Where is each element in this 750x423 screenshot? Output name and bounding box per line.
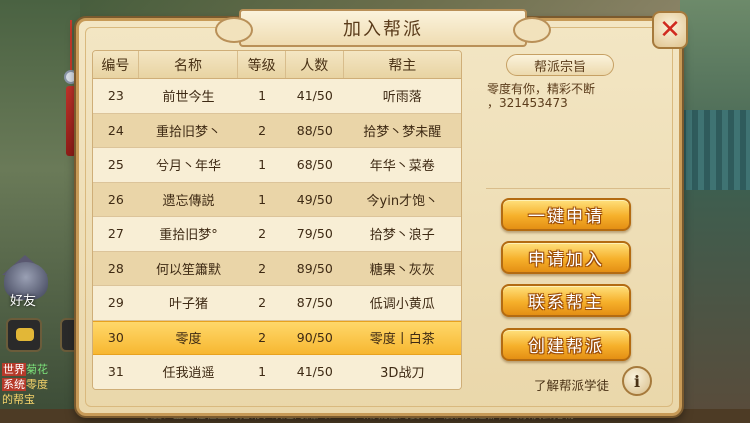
button-label: 一键申请 <box>528 207 604 227</box>
cell-level: 1 <box>258 364 267 380</box>
button-label: 申请加入 <box>528 250 604 270</box>
cell-level: 2 <box>258 330 267 346</box>
cell-name: 遗忘傳説 <box>162 193 215 209</box>
cell-num: 23 <box>107 88 124 104</box>
close-icon: ✕ <box>659 15 681 45</box>
contact-leader-button[interactable]: 联系帮主 <box>501 284 631 317</box>
close-button[interactable]: ✕ <box>652 11 688 49</box>
info-icon: i <box>633 371 641 391</box>
guild-motto-text: 零度有你，精彩不断 ，321453473 <box>487 82 596 110</box>
cell-num: 28 <box>107 260 124 276</box>
cell-name: 零度 <box>175 332 202 348</box>
table-row[interactable]: 26 遗忘傳説 1 49/50 今yin才饱丶 <box>93 182 461 217</box>
divider <box>486 188 670 189</box>
header-name: 名称 <box>139 51 239 78</box>
table-row[interactable]: 29 叶子猪 2 87/50 低调小黄瓜 <box>93 286 461 321</box>
table-row[interactable]: 23 前世今生 1 41/50 听雨落 <box>93 79 461 114</box>
chat-bubble-icon[interactable] <box>6 318 42 352</box>
cell-num: 25 <box>107 157 124 173</box>
cell-leader: 拾梦丶浪子 <box>369 228 435 244</box>
cell-leader: 今yin才饱丶 <box>366 193 439 209</box>
header-leader: 帮主 <box>388 57 417 74</box>
chat-log: 世界菊花 系统零度 的帮宝 <box>2 362 76 407</box>
cell-level: 1 <box>258 88 267 104</box>
background-roof <box>680 110 750 190</box>
button-label: 创建帮派 <box>528 337 604 357</box>
header-num: 编号 <box>93 51 139 78</box>
cell-name: 何以笙簫默 <box>155 262 221 278</box>
guild-table: 编号 名称 等级 人数 帮主 23 前世今生 1 41/50 听雨落 24 重拾… <box>92 50 462 390</box>
cell-level: 2 <box>258 226 267 242</box>
dialog-title: 加入帮派 <box>343 19 423 40</box>
table-row[interactable]: 31 任我逍遥 1 41/50 3D战刀 <box>93 355 461 389</box>
guild-motto-title: 帮派宗旨 <box>506 54 614 76</box>
create-guild-button[interactable]: 创建帮派 <box>501 328 631 361</box>
table-row[interactable]: 25 兮月丶年华 1 68/50 年华丶菜卷 <box>93 148 461 183</box>
cell-count: 88/50 <box>296 122 333 138</box>
table-row[interactable]: 27 重拾旧梦° 2 79/50 拾梦丶浪子 <box>93 217 461 252</box>
info-button[interactable]: i <box>622 366 652 396</box>
cell-level: 2 <box>258 260 267 276</box>
cell-count: 90/50 <box>296 330 333 346</box>
cell-name: 重拾旧梦° <box>159 228 218 244</box>
cell-num: 26 <box>107 191 124 207</box>
cell-num: 24 <box>107 122 124 138</box>
cell-level: 1 <box>258 157 267 173</box>
cell-num: 31 <box>107 364 124 380</box>
cell-leader: 零度丨白茶 <box>369 332 435 348</box>
table-header: 编号 名称 等级 人数 帮主 <box>93 51 461 79</box>
table-row[interactable]: 24 重拾旧梦丶 2 88/50 拾梦丶梦未醒 <box>93 113 461 148</box>
one-click-apply-button[interactable]: 一键申请 <box>501 198 631 231</box>
table-row-selected[interactable]: 30 零度 2 90/50 零度丨白茶 <box>93 320 461 355</box>
learn-apprentice-link[interactable]: 了解帮派学徒 <box>534 375 609 394</box>
header-level: 等级 <box>238 51 286 78</box>
cell-leader: 低调小黄瓜 <box>369 297 435 313</box>
cell-count: 87/50 <box>296 295 333 311</box>
cell-name: 前世今生 <box>162 90 215 106</box>
cell-count: 68/50 <box>296 157 333 173</box>
cell-count: 79/50 <box>296 226 333 242</box>
cell-name: 任我逍遥 <box>162 366 215 382</box>
title-banner: 加入帮派 <box>215 9 551 47</box>
table-body: 23 前世今生 1 41/50 听雨落 24 重拾旧梦丶 2 88/50 拾梦丶… <box>93 79 461 389</box>
cell-level: 2 <box>258 122 267 138</box>
header-count: 人数 <box>286 51 344 78</box>
chat-line: 的帮宝 <box>2 393 35 406</box>
cell-num: 30 <box>107 330 124 346</box>
cell-leader: 年华丶菜卷 <box>369 159 435 175</box>
cell-num: 27 <box>107 226 124 242</box>
cell-count: 41/50 <box>296 88 333 104</box>
cell-count: 49/50 <box>296 191 333 207</box>
chat-line: 世界菊花 <box>2 363 48 376</box>
background-right-scene <box>680 0 750 423</box>
cell-leader: 听雨落 <box>382 90 422 106</box>
friends-label[interactable]: 好友 <box>10 290 36 309</box>
cell-name: 叶子猪 <box>168 297 208 313</box>
chat-line: 系统零度 <box>2 378 48 391</box>
cell-name: 重拾旧梦丶 <box>155 124 221 140</box>
cell-leader: 3D战刀 <box>380 366 425 382</box>
table-row[interactable]: 28 何以笙簫默 2 89/50 糖果丶灰灰 <box>93 251 461 286</box>
cell-leader: 拾梦丶梦未醒 <box>363 124 442 140</box>
cell-leader: 糖果丶灰灰 <box>369 262 435 278</box>
cell-count: 89/50 <box>296 260 333 276</box>
button-label: 联系帮主 <box>528 293 604 313</box>
cell-name: 兮月丶年华 <box>155 159 221 175</box>
cell-level: 1 <box>258 191 267 207</box>
cell-level: 2 <box>258 295 267 311</box>
cell-count: 41/50 <box>296 364 333 380</box>
cell-num: 29 <box>107 295 124 311</box>
apply-join-button[interactable]: 申请加入 <box>501 241 631 274</box>
